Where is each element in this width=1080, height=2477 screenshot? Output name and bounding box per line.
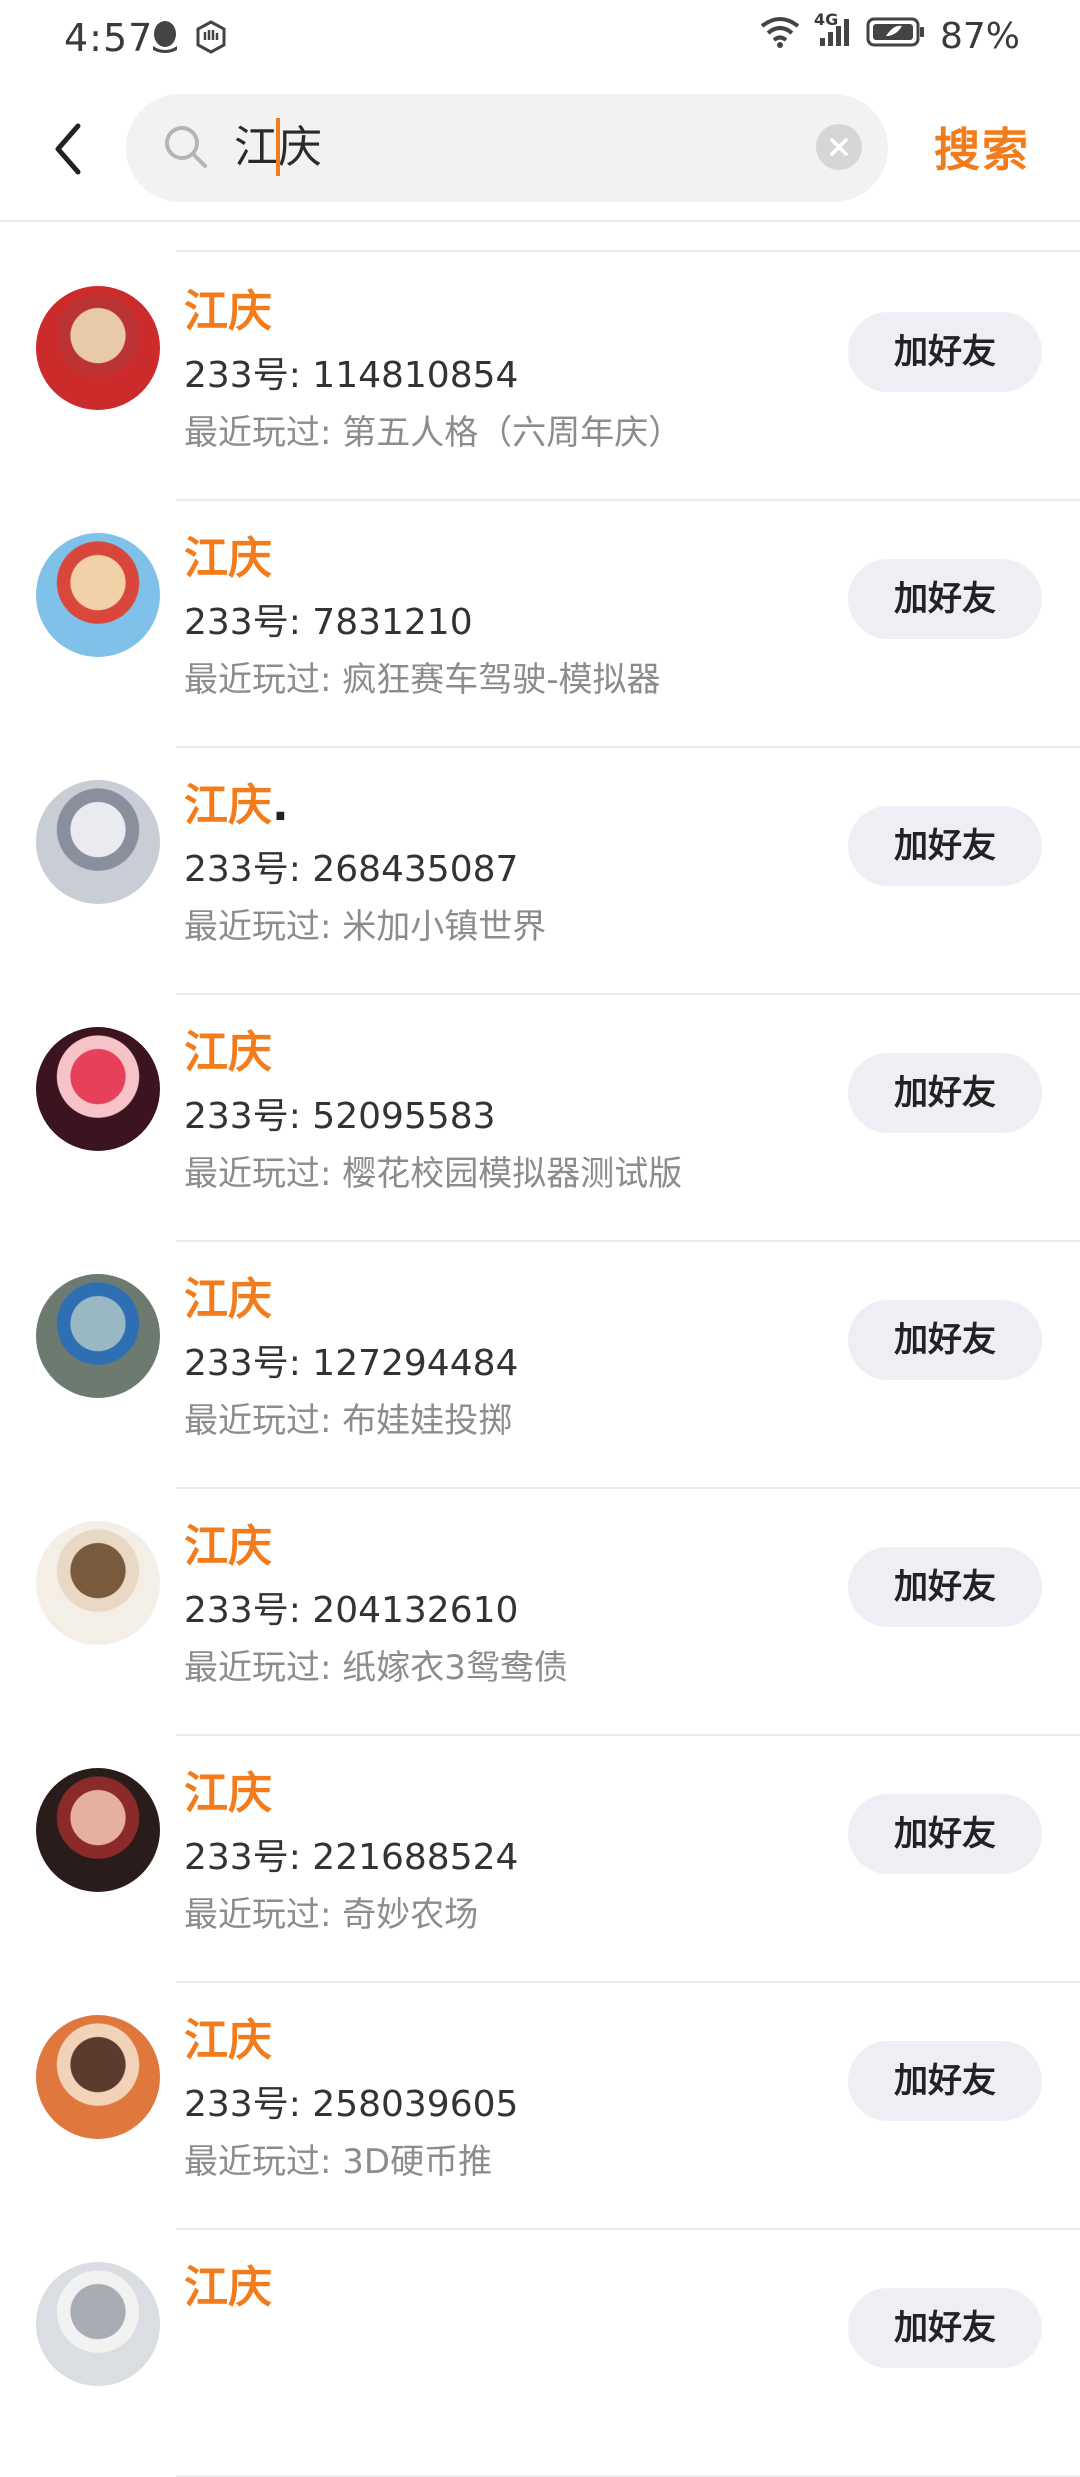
- results-list: 江庆 233号: 114810854 最近玩过: 第五人格（六周年庆） 加好友 江庆 23…: [0, 220, 1080, 2477]
- avatar[interactable]: [36, 2015, 160, 2139]
- hand-icon: [194, 20, 228, 58]
- back-button[interactable]: [44, 116, 96, 182]
- search-icon: [162, 123, 210, 175]
- list-item[interactable]: 江庆加好友: [0, 2228, 1080, 2477]
- user-id: 233号: 114810854: [184, 355, 519, 396]
- recently-played: 最近玩过: 樱花校园模拟器测试版: [184, 1154, 683, 1194]
- user-name: 江庆: [184, 1519, 272, 1575]
- list-item[interactable]: 江庆 233号: 114810854 最近玩过: 第五人格（六周年庆） 加好友: [0, 252, 1080, 501]
- user-name-text: 江庆: [184, 533, 272, 584]
- add-friend-button[interactable]: 加好友: [848, 2041, 1042, 2121]
- list-item[interactable]: 江庆. 233号: 268435087 最近玩过: 米加小镇世界 加好友: [0, 746, 1080, 995]
- search-query-text: 江庆: [234, 118, 322, 176]
- user-id: 233号: 204132610: [184, 1590, 519, 1631]
- user-name: 江庆: [184, 284, 272, 340]
- user-name-text: 江庆: [184, 1521, 272, 1572]
- recently-played: 最近玩过: 疯狂赛车驾驶-模拟器: [184, 660, 661, 700]
- user-id: 233号: 7831210: [184, 602, 473, 643]
- avatar[interactable]: [36, 2262, 160, 2386]
- avatar[interactable]: [36, 533, 160, 657]
- add-friend-button[interactable]: 加好友: [848, 1053, 1042, 1133]
- recently-played: 最近玩过: 3D硬币推: [184, 2142, 493, 2182]
- recently-played: 最近玩过: 第五人格（六周年庆）: [184, 413, 683, 453]
- battery-icon: [866, 16, 926, 57]
- status-right: 4G 87%: [760, 10, 1020, 57]
- list-item[interactable]: 江庆 233号: 7831210 最近玩过: 疯狂赛车驾驶-模拟器 加好友: [0, 499, 1080, 748]
- search-button[interactable]: 搜索: [934, 114, 1030, 180]
- qq-icon: [150, 20, 180, 58]
- user-name: 江庆: [184, 1025, 272, 1081]
- avatar[interactable]: [36, 1027, 160, 1151]
- user-id: 233号: 221688524: [184, 1837, 519, 1878]
- user-name: 江庆: [184, 1766, 272, 1822]
- user-name: 江庆.: [184, 778, 289, 834]
- user-name: 江庆: [184, 2013, 272, 2069]
- user-name-text: 江庆: [184, 1768, 272, 1819]
- add-friend-button[interactable]: 加好友: [848, 559, 1042, 639]
- user-name-text: 江庆: [184, 1027, 272, 1078]
- signal-icon: 4G: [814, 10, 852, 57]
- user-name-text: 江庆: [184, 2262, 272, 2313]
- avatar[interactable]: [36, 1521, 160, 1645]
- user-name-text: 江庆: [184, 286, 272, 337]
- wifi-icon: [760, 16, 800, 57]
- user-id: 233号: 268435087: [184, 849, 519, 890]
- add-friend-button[interactable]: 加好友: [848, 1300, 1042, 1380]
- add-friend-button[interactable]: 加好友: [848, 1794, 1042, 1874]
- user-id: 233号: 127294484: [184, 1343, 519, 1384]
- recently-played: 最近玩过: 奇妙农场: [184, 1895, 479, 1935]
- recently-played: 最近玩过: 布娃娃投掷: [184, 1401, 513, 1441]
- battery-percent: 87%: [939, 16, 1020, 57]
- list-item[interactable]: 江庆 233号: 204132610 最近玩过: 纸嫁衣3鸳鸯债 加好友: [0, 1487, 1080, 1736]
- user-name: 江庆: [184, 2260, 272, 2316]
- search-query[interactable]: 江庆: [234, 118, 322, 179]
- user-name-text: 江庆: [184, 780, 272, 831]
- search-input[interactable]: 江庆: [126, 94, 888, 202]
- user-name-text: 江庆: [184, 2015, 272, 2066]
- avatar[interactable]: [36, 1768, 160, 1892]
- search-header: 江庆 搜索: [0, 78, 1080, 222]
- recently-played: 最近玩过: 纸嫁衣3鸳鸯债: [184, 1648, 568, 1688]
- list-item[interactable]: 江庆 233号: 258039605 最近玩过: 3D硬币推 加好友: [0, 1981, 1080, 2230]
- avatar[interactable]: [36, 1274, 160, 1398]
- add-friend-button[interactable]: 加好友: [848, 1547, 1042, 1627]
- clear-button[interactable]: [816, 124, 862, 170]
- list-item[interactable]: 江庆 233号: 127294484 最近玩过: 布娃娃投掷 加好友: [0, 1240, 1080, 1489]
- avatar[interactable]: [36, 286, 160, 410]
- user-name-suffix: .: [272, 780, 289, 831]
- status-bar: 4:57 4G 87%: [0, 0, 1080, 78]
- list-item[interactable]: 江庆 233号: 52095583 最近玩过: 樱花校园模拟器测试版 加好友: [0, 993, 1080, 1242]
- avatar[interactable]: [36, 780, 160, 904]
- user-id: 233号: 52095583: [184, 1096, 496, 1137]
- close-icon: [830, 138, 848, 156]
- user-name-text: 江庆: [184, 1274, 272, 1325]
- text-caret: [276, 118, 280, 176]
- status-time: 4:57: [64, 16, 154, 60]
- add-friend-button[interactable]: 加好友: [848, 312, 1042, 392]
- add-friend-button[interactable]: 加好友: [848, 806, 1042, 886]
- recently-played: 最近玩过: 米加小镇世界: [184, 907, 547, 947]
- list-item[interactable]: 江庆 233号: 221688524 最近玩过: 奇妙农场 加好友: [0, 1734, 1080, 1983]
- user-name: 江庆: [184, 531, 272, 587]
- user-name: 江庆: [184, 1272, 272, 1328]
- add-friend-button[interactable]: 加好友: [848, 2288, 1042, 2368]
- list-divider: [176, 220, 1080, 252]
- user-id: 233号: 258039605: [184, 2084, 519, 2125]
